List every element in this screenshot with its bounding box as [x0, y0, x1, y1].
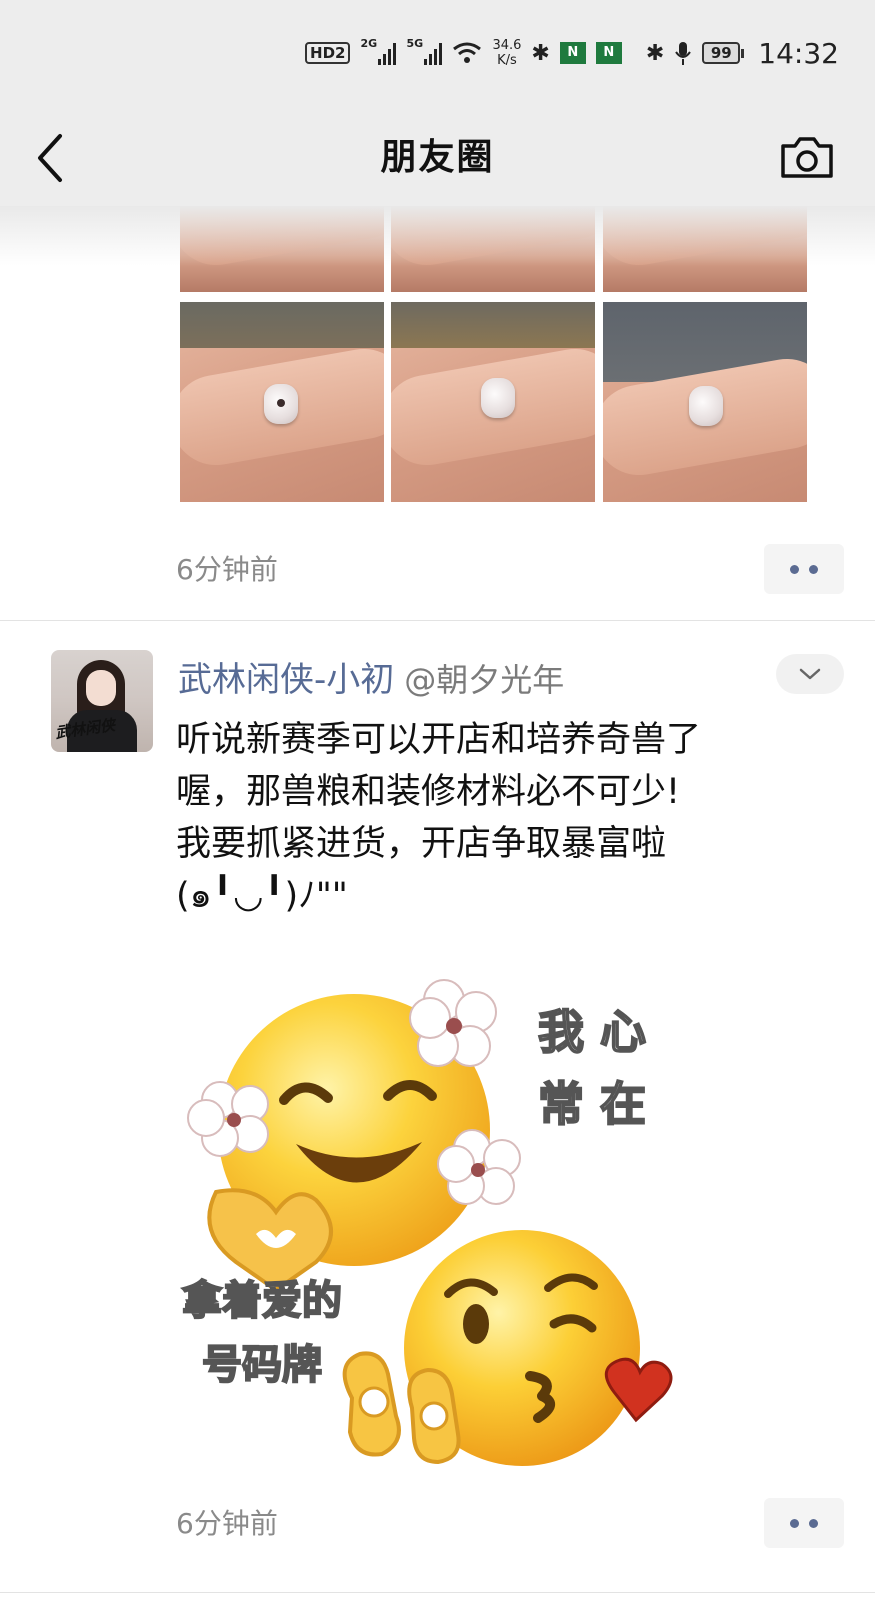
post-text: 听说新赛季可以开店和培养奇兽了 喔，那兽粮和装修材料必不可少! 我要抓紧进货，开… — [176, 720, 702, 916]
post-time: 6分钟前 — [176, 1507, 278, 1540]
photo-thumbnail[interactable] — [391, 206, 595, 292]
chevron-down-icon — [799, 668, 821, 680]
battery-icon: 99 — [702, 42, 745, 64]
author-handle[interactable]: @朝夕光年 — [404, 661, 564, 699]
post-image[interactable]: 我 心 常 在 拿着爱的 号码牌 — [176, 972, 696, 1492]
post-divider — [0, 620, 875, 621]
meme-caption: 拿着爱的 — [181, 1277, 343, 1325]
clock: 14:32 — [758, 36, 839, 70]
photo-thumbnail[interactable] — [180, 302, 384, 502]
flower-icon — [187, 1081, 269, 1157]
meme-caption: 号码牌 — [201, 1341, 323, 1389]
post-time: 6分钟前 — [176, 553, 278, 586]
meme-caption: 常 在 — [537, 1076, 647, 1132]
post-author[interactable]: 武林闲侠-小初 @朝夕光年 — [178, 652, 564, 701]
signal-sim2-icon: 5G — [406, 37, 443, 65]
moments-feed[interactable]: 6分钟前 武林闲侠 武林闲侠-小初 @朝夕光年 听说新赛季可以开店和培养奇兽了 喔… — [0, 206, 875, 1600]
wifi-icon — [453, 42, 482, 63]
dot-icon — [790, 1518, 799, 1528]
flower-icon — [409, 979, 497, 1067]
app-notification-icon: N — [595, 42, 622, 64]
camera-icon[interactable] — [777, 128, 837, 184]
hd-badge: HD2 — [305, 42, 351, 64]
dot-icon — [809, 1518, 818, 1528]
app-notification-icon: N — [559, 42, 586, 64]
status-bar: HD2 2G 5G 34.6 K/s ✱ N N ✱ 99 14:32 — [0, 0, 875, 106]
microphone-icon — [675, 42, 692, 65]
photo-thumbnail[interactable] — [180, 206, 384, 292]
network-speed: 34.6 K/s — [492, 38, 522, 68]
photo-thumbnail[interactable] — [603, 206, 807, 292]
dot-icon — [809, 564, 818, 574]
page-title: 朋友圈 — [380, 137, 495, 178]
photo-thumbnail[interactable] — [391, 302, 595, 502]
signal-sim1-icon: 2G — [360, 37, 397, 65]
post-divider — [0, 1592, 875, 1593]
nav-bar: 朋友圈 — [0, 106, 875, 206]
dot-icon — [790, 564, 799, 574]
bluetooth-icon: ✱ — [645, 40, 665, 66]
avatar[interactable]: 武林闲侠 — [51, 650, 153, 752]
expand-button[interactable] — [776, 654, 844, 694]
bluetooth-icon: ✱ — [531, 40, 550, 66]
more-actions-button[interactable] — [764, 1498, 844, 1548]
author-name[interactable]: 武林闲侠-小初 — [178, 660, 394, 700]
meme-caption: 我 心 — [537, 1004, 647, 1060]
photo-thumbnail[interactable] — [603, 302, 807, 502]
more-actions-button[interactable] — [764, 544, 844, 594]
